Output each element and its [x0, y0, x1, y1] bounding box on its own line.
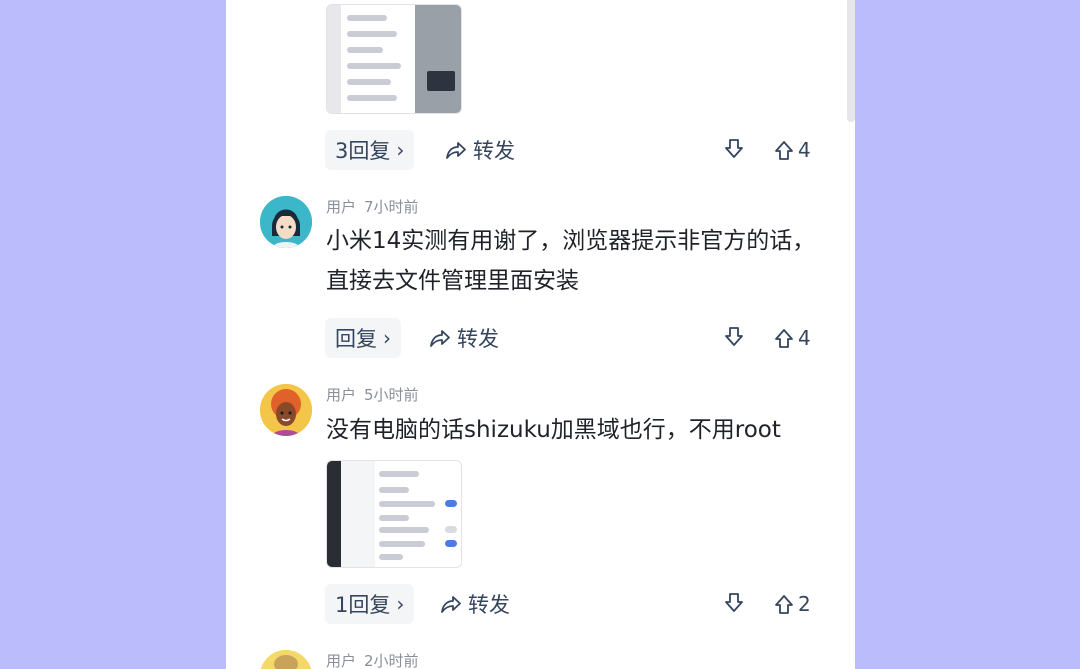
reply-button[interactable]: 回复 › [325, 318, 401, 358]
upvote-count: 4 [798, 138, 811, 162]
share-arrow-icon [430, 330, 450, 347]
comment-text: 小米14实测有用谢了，浏览器提示非官方的话，直接去文件管理里面安装 [326, 228, 816, 294]
arrow-up-icon [775, 329, 793, 348]
comment-actions: 回复 › 转发 4 [226, 318, 855, 358]
reply-label: 回复 [335, 327, 377, 351]
timestamp: 5小时前 [364, 386, 419, 404]
avatar[interactable] [260, 650, 312, 669]
upvote-count: 2 [798, 592, 811, 616]
avatar[interactable] [260, 196, 312, 248]
chevron-right-icon: › [396, 592, 405, 616]
comment-image-thumbnail[interactable] [326, 460, 462, 568]
arrow-down-icon[interactable] [724, 138, 744, 160]
share-arrow-icon [446, 142, 466, 159]
comment-actions: 1回复 › 转发 2 [226, 584, 855, 624]
reply-label: 1回复 [335, 593, 391, 617]
upvote-count: 4 [798, 326, 811, 350]
share-button[interactable]: 转发 [440, 584, 510, 624]
reply-button[interactable]: 3回复 › [325, 130, 415, 170]
scrollbar[interactable] [847, 0, 855, 122]
comment-actions: 3回复 › 转发 4 [226, 130, 855, 170]
comment-meta: 用户 7小时前 [326, 196, 419, 217]
avatar-illustration [260, 196, 312, 248]
avatar-illustration [260, 384, 312, 436]
share-button[interactable]: 转发 [429, 318, 499, 358]
avatar[interactable] [260, 384, 312, 436]
comment-meta: 用户 5小时前 [326, 384, 419, 405]
comment-text: 没有电脑的话shizuku加黑域也行，不用root [326, 417, 781, 443]
comment-image-thumbnail[interactable] [326, 4, 462, 114]
chevron-right-icon: › [383, 326, 391, 350]
username[interactable]: 用户 [326, 652, 356, 669]
comment-panel: 3回复 › 转发 4 用户 7小时前 小米14实测有用谢了，浏览器提示非官方的话… [226, 0, 855, 669]
comment-meta: 用户 2小时前 [326, 650, 419, 669]
timestamp: 2小时前 [364, 652, 419, 669]
reply-button[interactable]: 1回复 › [325, 584, 415, 624]
arrow-up-icon [775, 141, 793, 160]
reply-label: 3回复 [335, 139, 391, 163]
share-button[interactable]: 转发 [445, 130, 515, 170]
username[interactable]: 用户 [326, 198, 356, 216]
arrow-down-icon[interactable] [724, 592, 744, 614]
share-label: 转发 [473, 139, 515, 163]
timestamp: 7小时前 [364, 198, 419, 216]
share-arrow-icon [441, 596, 461, 613]
upvote-button[interactable]: 4 [774, 326, 811, 350]
arrow-down-icon[interactable] [724, 326, 744, 348]
upvote-button[interactable]: 2 [774, 592, 811, 616]
share-label: 转发 [457, 327, 499, 351]
upvote-button[interactable]: 4 [774, 138, 811, 162]
arrow-up-icon [775, 595, 793, 614]
avatar-illustration [260, 650, 312, 669]
username[interactable]: 用户 [326, 386, 356, 404]
share-label: 转发 [468, 593, 510, 617]
chevron-right-icon: › [396, 138, 405, 162]
